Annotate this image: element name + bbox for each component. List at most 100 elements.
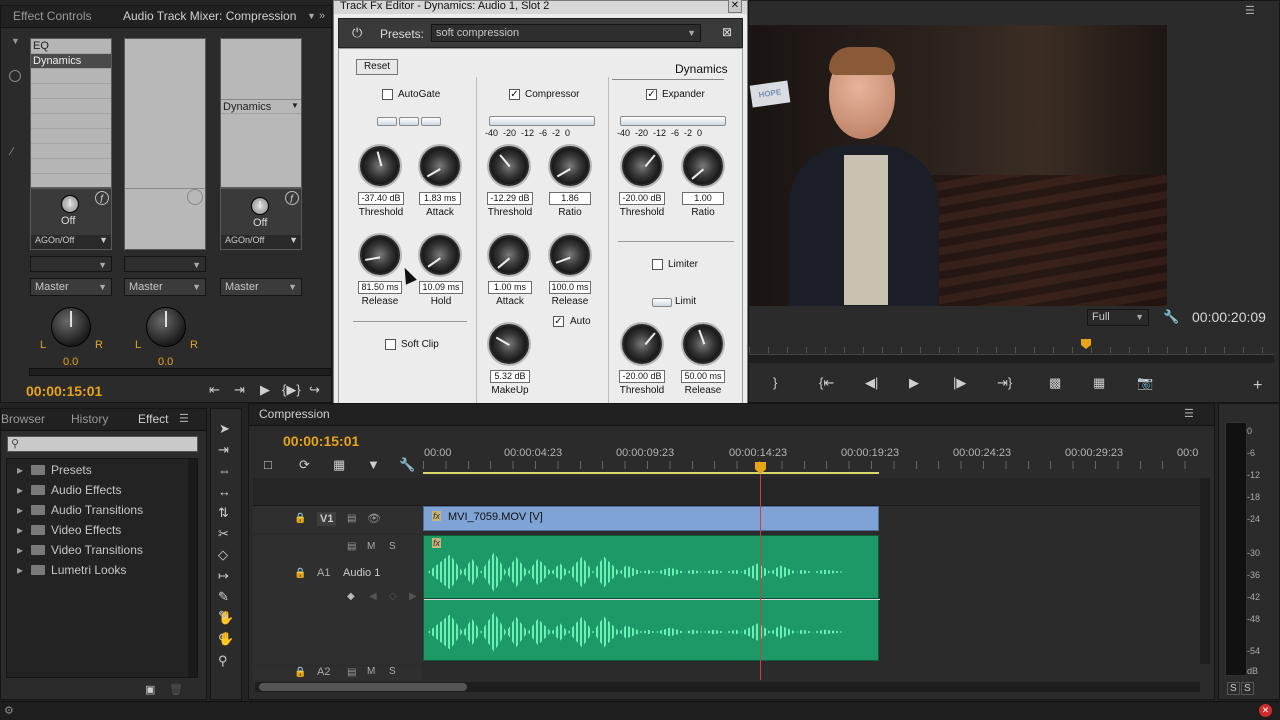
channel1-pan-knob[interactable]: [51, 307, 91, 347]
extract-icon[interactable]: ▦: [1093, 375, 1105, 391]
power-icon[interactable]: ⏻: [352, 25, 362, 41]
keyframe-icon[interactable]: ◆: [347, 591, 355, 602]
channel1-pan-value[interactable]: 0.0: [63, 356, 78, 368]
track-select-tool-icon[interactable]: ⇥: [218, 442, 229, 458]
gate-threshold-value[interactable]: -37.40 dB: [358, 192, 404, 205]
pen-tool-icon[interactable]: ✎: [218, 589, 229, 605]
effect-slot[interactable]: [31, 144, 111, 159]
channel1-output-select[interactable]: Master ▼: [30, 278, 112, 296]
softclip-checkbox[interactable]: [385, 339, 396, 350]
tab-history[interactable]: History: [71, 412, 108, 426]
fx-chevron-icon[interactable]: ▼: [11, 36, 20, 46]
solo-button[interactable]: S: [389, 541, 396, 552]
rate-stretch-tool-icon[interactable]: ⇅: [218, 505, 229, 521]
exp-threshold-knob[interactable]: [622, 146, 662, 186]
expand-arrow-icon[interactable]: ▸: [17, 503, 23, 517]
lock-icon[interactable]: 🔒: [294, 667, 306, 678]
lim-threshold-knob[interactable]: [622, 324, 662, 364]
comp-release-value[interactable]: 100.0 ms: [549, 281, 591, 294]
tree-item-audio-transitions[interactable]: ▸ Audio Transitions: [17, 503, 143, 517]
gate-hold-value[interactable]: 10.09 ms: [419, 281, 463, 294]
preset-select[interactable]: soft compression ▼: [431, 24, 701, 42]
nest-icon[interactable]: □: [264, 457, 272, 472]
track-a1-label[interactable]: A1: [317, 567, 330, 579]
lim-threshold-value[interactable]: -20.00 dB: [619, 370, 665, 383]
exp-threshold-value[interactable]: -20.00 dB: [619, 192, 665, 205]
comp-ratio-value[interactable]: 1.86: [549, 192, 591, 205]
channel3-output-select[interactable]: Master ▼: [220, 278, 302, 296]
expand-arrow-icon[interactable]: ▸: [17, 463, 23, 477]
rolling-edit-tool-icon[interactable]: ↔: [218, 484, 231, 499]
comp-attack-value[interactable]: 1.00 ms: [488, 281, 532, 294]
expand-arrow-icon[interactable]: ▸: [17, 483, 23, 497]
channel2-output-select[interactable]: Master ▼: [124, 278, 206, 296]
play-icon[interactable]: ▶: [260, 382, 270, 398]
mute-button[interactable]: M: [367, 541, 375, 552]
comp-makeup-knob[interactable]: [489, 324, 529, 364]
gate-release-knob[interactable]: [360, 235, 400, 275]
exp-ratio-knob[interactable]: [683, 146, 723, 186]
lift-icon[interactable]: ▩: [1049, 375, 1061, 391]
slide-tool-icon[interactable]: ↦: [218, 568, 229, 584]
selection-tool-icon[interactable]: ➤: [219, 421, 230, 437]
gate-threshold-knob[interactable]: [360, 146, 400, 186]
comp-threshold-value[interactable]: -12.29 dB: [487, 192, 533, 205]
playhead-line[interactable]: [760, 474, 761, 680]
tab-browser[interactable]: Browser: [1, 412, 45, 426]
expand-arrow-icon[interactable]: ▸: [17, 523, 23, 537]
expand-arrow-icon[interactable]: ▸: [17, 563, 23, 577]
meter-solo-left[interactable]: S: [1227, 682, 1240, 695]
comp-makeup-value[interactable]: 5.32 dB: [490, 370, 530, 383]
audio-clip[interactable]: fx: [423, 535, 880, 661]
send-icon[interactable]: [9, 70, 21, 82]
tab-audio-mixer[interactable]: Audio Track Mixer: Compression: [123, 9, 296, 23]
play-in-to-out-icon[interactable]: {▶}: [282, 382, 301, 398]
snap-icon[interactable]: ⟳: [299, 457, 310, 473]
go-to-in-icon[interactable]: {⇤: [819, 375, 834, 391]
monitor-menu-icon[interactable]: ☰: [1245, 4, 1255, 17]
tree-item-presets[interactable]: ▸ Presets: [17, 463, 92, 477]
channel1-param-select[interactable]: AGOn/Off ▼: [31, 235, 111, 249]
sync-lock-icon[interactable]: ▤: [347, 667, 356, 678]
gate-attack-knob[interactable]: [420, 146, 460, 186]
autogate-checkbox[interactable]: [382, 89, 393, 100]
go-to-in-icon[interactable]: ⇤: [209, 382, 220, 398]
lock-icon[interactable]: 🔒: [294, 513, 306, 524]
channel3-effect-slots[interactable]: Dynamics ▼: [220, 38, 302, 188]
comp-ratio-knob[interactable]: [550, 146, 590, 186]
tree-item-video-effects[interactable]: ▸ Video Effects: [17, 523, 121, 537]
gate-hold-knob[interactable]: [420, 235, 460, 275]
gate-attack-value[interactable]: 1.83 ms: [419, 192, 461, 205]
limiter-checkbox[interactable]: [652, 259, 663, 270]
timeline-hscroll-thumb[interactable]: [259, 683, 467, 691]
tab-effects[interactable]: Effect: [138, 412, 168, 426]
prev-keyframe-icon[interactable]: ◀: [369, 591, 377, 602]
volume-rubberband[interactable]: [424, 599, 880, 600]
effect-slot[interactable]: [31, 129, 111, 144]
timeline-timecode[interactable]: 00:00:15:01: [283, 433, 359, 449]
comp-attack-knob[interactable]: [489, 235, 529, 275]
status-gear-icon[interactable]: ⚙: [4, 704, 14, 717]
sync-lock-icon[interactable]: ▤: [347, 513, 356, 524]
mixer-scrollbar[interactable]: [29, 368, 331, 376]
timeline-ruler[interactable]: 00:00 00:00:04:23 00:00:09:23 00:00:14:2…: [423, 444, 1200, 474]
new-bin-icon[interactable]: ▣: [145, 683, 155, 696]
mute-button[interactable]: M: [367, 666, 375, 677]
channel3-param-knob[interactable]: [251, 197, 269, 215]
effects-search-input[interactable]: ⚲: [7, 436, 198, 452]
reset-button[interactable]: Reset: [356, 59, 398, 75]
tab-effect-controls[interactable]: Effect Controls: [13, 9, 91, 23]
add-button-icon[interactable]: +: [1253, 377, 1262, 395]
effect-slot[interactable]: [31, 114, 111, 129]
panel-menu-icon[interactable]: ☰: [179, 412, 189, 425]
go-to-out-icon[interactable]: ⇥: [234, 382, 245, 398]
panel-overflow-icon[interactable]: »: [319, 10, 325, 22]
effect-slot-selected[interactable]: Dynamics: [31, 54, 111, 69]
zoom-select[interactable]: Full ▼: [1087, 309, 1149, 326]
automation-icon[interactable]: ∕: [11, 146, 13, 158]
wrench-icon[interactable]: 🔧: [1163, 309, 1179, 325]
next-keyframe-icon[interactable]: ▶: [409, 591, 417, 602]
hand-tool-icon[interactable]: ✋: [218, 631, 234, 647]
monitor-zoom-scroll[interactable]: [749, 355, 1274, 363]
pen-tool-icon[interactable]: ✎: [218, 608, 229, 624]
